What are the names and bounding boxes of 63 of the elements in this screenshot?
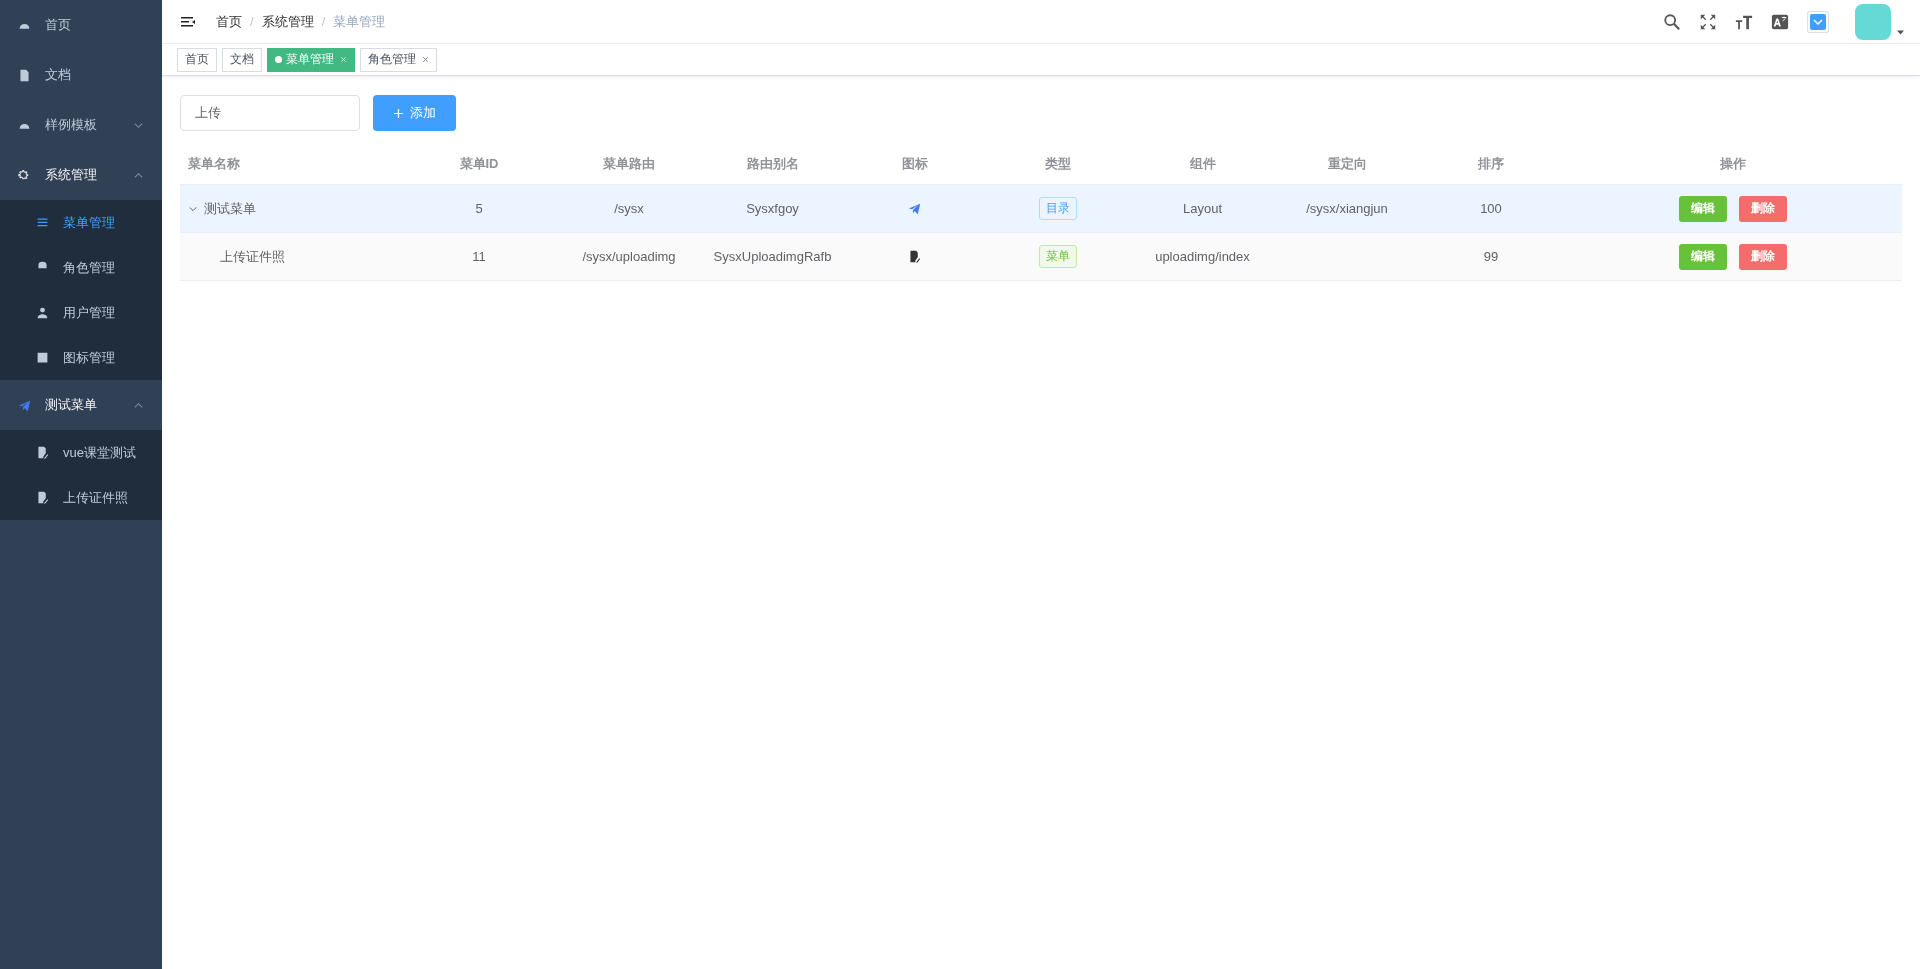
sidebar-item[interactable]: 菜单管理 [0,200,162,245]
column-header: 图标 [900,154,929,173]
active-dot [275,56,282,63]
table-cell: 11 [472,249,486,264]
tab[interactable]: 首页 [177,47,217,72]
table-cell: Layout [1182,201,1222,216]
column-header: 重定向 [1326,154,1368,173]
sidebar-item[interactable]: 用户管理 [0,290,162,335]
document-edit-icon [908,250,921,263]
sidebar-item[interactable]: 样例模板 [0,100,162,150]
column-header: 组件 [1188,154,1217,173]
type-tag: 目录 [1039,197,1077,220]
breadcrumb-separator: / [250,14,254,29]
table-cell: SysxUploadimgRafb [713,249,832,264]
table-cell: /sysx/xiangjun [1306,201,1388,216]
paper-plane-icon [18,398,31,412]
column-header: 菜单路由 [602,154,656,173]
table-cell: /sysx [614,201,644,216]
search-icon[interactable] [1663,12,1681,31]
sidebar-item[interactable]: 首页 [0,0,162,50]
table-row[interactable]: 测试菜单 5 /sysx Sysxfgoy 目录 Layout /sysx/xiangjun 100 编辑 删除 [180,185,1902,233]
sidebar-item[interactable]: vue课堂测试 [0,430,162,475]
tab[interactable]: 文档 [222,47,262,72]
sidebar-item[interactable]: 测试菜单 [0,380,162,430]
document-edit-icon [36,446,49,459]
column-header: 类型 [1044,154,1072,173]
table-cell: 5 [475,201,483,216]
document-edit-icon [36,491,49,504]
fullscreen-icon[interactable] [1699,12,1717,31]
table-cell: 上传证件照 [220,247,285,266]
search-field[interactable]: 上传 [180,95,360,131]
sidebar-item[interactable]: 图标管理 [0,335,162,380]
table-cell: 测试菜单 [204,199,256,218]
column-header: 菜单名称 [187,154,241,173]
translate-icon[interactable] [1771,12,1789,31]
column-header: 排序 [1477,154,1505,173]
user-icon [36,306,49,319]
chevron-down-icon [1810,13,1826,30]
breadcrumb-link[interactable]: 系统管理 [261,12,314,31]
dropdown-toggle[interactable] [1807,10,1829,33]
breadcrumb-separator: / [321,14,326,29]
sidebar-item[interactable]: 文档 [0,50,162,100]
plus-icon [393,107,404,119]
table-cell: 99 [1483,249,1499,264]
table-cell: 100 [1480,201,1502,216]
sidebar-item[interactable]: 系统管理 [0,150,162,200]
sidebar-item[interactable]: 上传证件照 [0,475,162,520]
table-cell: /sysx/uploadimg [582,249,676,264]
column-header: 路由别名 [745,154,800,173]
caret-down-icon[interactable] [1897,30,1904,35]
column-header: 操作 [1718,154,1747,173]
tab[interactable]: 角色管理 [360,47,437,72]
column-header: 菜单ID [458,154,500,173]
type-tag: 菜单 [1039,245,1077,268]
table-cell: Sysxfgoy [746,201,799,216]
close-icon[interactable] [422,56,429,63]
document-icon [18,68,31,82]
gear-icon [18,168,31,182]
breadcrumb-link[interactable]: 首页 [216,12,242,31]
paper-plane-icon [908,202,921,215]
list-icon [36,216,49,229]
table-cell: uploadimg/index [1155,249,1250,264]
sidebar-item[interactable]: 角色管理 [0,245,162,290]
